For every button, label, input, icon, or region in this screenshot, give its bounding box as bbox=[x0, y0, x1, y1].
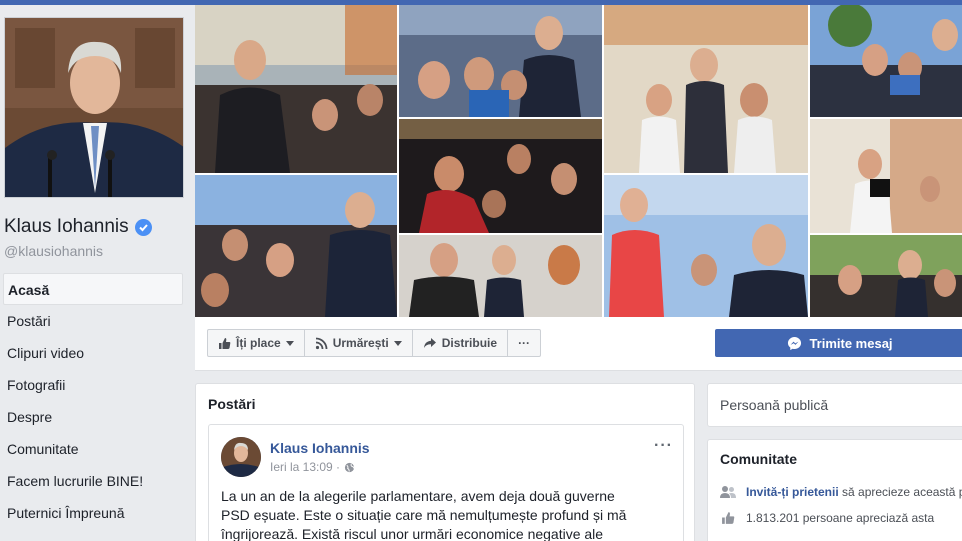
rss-icon bbox=[315, 337, 328, 349]
thumbs-up-icon bbox=[722, 512, 735, 524]
thumbs-up-icon bbox=[219, 337, 231, 349]
nav-item-videos[interactable]: Clipuri video bbox=[0, 337, 184, 369]
post-timestamp[interactable]: Ieri la 13:09 · bbox=[270, 460, 340, 474]
posts-section-title: Postări bbox=[208, 396, 256, 412]
cover-tile-7 bbox=[195, 175, 397, 317]
nav-item-posts[interactable]: Postări bbox=[0, 305, 184, 337]
page-name[interactable]: Klaus Iohannis bbox=[4, 216, 152, 238]
action-button-group: Îți place Urmărești Distribuie ··· bbox=[207, 329, 542, 357]
follow-button[interactable]: Urmărești bbox=[305, 330, 413, 356]
post-meta: Ieri la 13:09 · bbox=[270, 460, 355, 474]
nav-item-about[interactable]: Despre bbox=[0, 401, 184, 433]
verified-badge-icon bbox=[134, 218, 152, 236]
follow-button-label: Urmărești bbox=[332, 336, 389, 350]
cover-tile-3 bbox=[604, 5, 808, 173]
chevron-down-icon bbox=[285, 340, 294, 346]
send-message-label: Trimite mesaj bbox=[809, 335, 893, 351]
like-button[interactable]: Îți place bbox=[208, 330, 305, 356]
send-message-button[interactable]: Trimite mesaj bbox=[715, 329, 962, 357]
likes-count-text: 1.813.201 persoane apreciază asta bbox=[746, 511, 935, 525]
community-panel: Comunitate Invită-ți prietenii să apreci… bbox=[707, 439, 962, 541]
page-category-panel: Persoană publică bbox=[707, 383, 962, 427]
cover-tile-10 bbox=[810, 235, 962, 317]
share-button[interactable]: Distribuie bbox=[413, 330, 509, 356]
messenger-icon bbox=[788, 336, 802, 350]
cover-tile-1 bbox=[195, 5, 397, 173]
page-name-text[interactable]: Klaus Iohannis bbox=[4, 216, 129, 238]
share-arrow-icon bbox=[423, 338, 436, 348]
nav-item-community[interactable]: Comunitate bbox=[0, 433, 184, 465]
nav-item-facem-lucrurile-bine[interactable]: Facem lucrurile BINE! bbox=[0, 465, 184, 497]
more-dots-icon: ··· bbox=[518, 336, 531, 350]
cover-tile-6 bbox=[810, 119, 962, 233]
more-actions-button[interactable]: ··· bbox=[508, 330, 540, 356]
cover-tile-5 bbox=[399, 119, 602, 233]
nav-item-home[interactable]: Acasă bbox=[3, 273, 183, 305]
cover-photo[interactable] bbox=[195, 5, 962, 317]
post-author-avatar[interactable] bbox=[221, 437, 261, 477]
friends-icon bbox=[720, 486, 736, 498]
cover-tile-9 bbox=[604, 175, 808, 317]
cover-tile-4 bbox=[810, 5, 962, 117]
like-button-label: Îți place bbox=[236, 336, 281, 350]
nav-item-puternici-impreuna[interactable]: Puternici Împreună bbox=[0, 497, 184, 529]
likes-count-row: 1.813.201 persoane apreciază asta bbox=[720, 511, 934, 525]
cover-tile-2 bbox=[399, 5, 602, 117]
page-category[interactable]: Persoană publică bbox=[720, 397, 828, 413]
post-author-name[interactable]: Klaus Iohannis bbox=[270, 440, 370, 456]
page-action-bar: Îți place Urmărești Distribuie ··· Trimi… bbox=[195, 317, 962, 371]
community-title[interactable]: Comunitate bbox=[720, 451, 797, 467]
posts-panel: Postări Klaus Iohannis Ieri la 13:09 · ·… bbox=[195, 383, 695, 541]
invite-friends-rest: să aprecieze această p bbox=[842, 485, 962, 499]
post-options-button[interactable]: ··· bbox=[654, 437, 673, 455]
profile-picture[interactable] bbox=[4, 17, 184, 198]
globe-icon bbox=[344, 462, 355, 472]
share-button-label: Distribuie bbox=[441, 336, 498, 350]
page-handle[interactable]: @klausiohannis bbox=[4, 243, 103, 259]
page-nav: Acasă Postări Clipuri video Fotografii D… bbox=[0, 273, 184, 529]
invite-friends-row: Invită-ți prietenii să aprecieze această… bbox=[720, 485, 962, 499]
post-body-text: La un an de la alegerile parlamentare, a… bbox=[221, 488, 627, 541]
invite-friends-link[interactable]: Invită-ți prietenii bbox=[746, 485, 839, 499]
nav-item-photos[interactable]: Fotografii bbox=[0, 369, 184, 401]
chevron-down-icon bbox=[393, 340, 402, 346]
profile-photo-image bbox=[5, 18, 183, 197]
cover-tile-8 bbox=[399, 235, 602, 317]
post-card: Klaus Iohannis Ieri la 13:09 · ··· La un… bbox=[208, 424, 684, 541]
invite-friends-text: Invită-ți prietenii să aprecieze această… bbox=[746, 485, 962, 499]
